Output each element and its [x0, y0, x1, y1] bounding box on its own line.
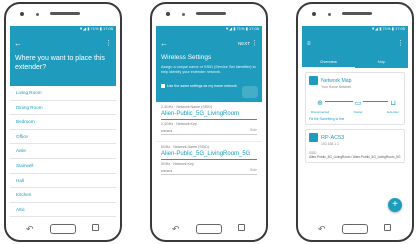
band-24ghz-section: 2.4GHz · Network Name (SSID) Alien-Publi… [156, 102, 262, 135]
router-watermark-icon [242, 86, 258, 98]
node-router[interactable]: ▭ Router [353, 92, 364, 114]
ssid-value: Alien-Public_5G_LivingRoom / Alien-Publi… [309, 155, 401, 159]
card-header: RP-AC53 [309, 133, 401, 142]
screen-wireless-settings: ▼◢ ▮ 71% ▮ 17:05 ← NEXT ⋮ Wireless Setti… [156, 26, 262, 222]
password-value: •••••••• [161, 168, 173, 173]
section-divider [156, 135, 262, 142]
screen-placement: ▼◢ ▮ 71% ▮ 17:05 ← ⋮ Where you want to p… [10, 26, 116, 222]
show-password-toggle[interactable]: Hide [250, 127, 257, 134]
more-options-icon[interactable]: ⋮ [105, 40, 112, 48]
nav-back-icon[interactable]: ↶ [26, 222, 34, 236]
location-item-office[interactable]: Office [10, 130, 116, 145]
node-label: Extender [386, 110, 399, 114]
location-item-attic[interactable]: Attic [10, 203, 116, 218]
router-icon: ▭ [353, 100, 364, 108]
device-name: RP-AC53 [321, 134, 345, 141]
menu-icon[interactable]: ≡ [307, 41, 311, 47]
location-item-living-room[interactable]: Living Room [10, 86, 116, 101]
nav-home-button[interactable] [196, 224, 222, 234]
location-item-aisle[interactable]: Aisle [10, 144, 116, 159]
extender-device-icon [309, 133, 318, 142]
phone-frame-1: ▼◢ ▮ 71% ▮ 17:05 ← ⋮ Where you want to p… [4, 2, 122, 242]
page-title: Where you want to place this extender? [15, 55, 105, 71]
password-value: •••••••• [161, 128, 173, 133]
speaker-grille [50, 12, 80, 15]
wireless-header: ← NEXT ⋮ Wireless Settings Assign a uniq… [156, 32, 262, 102]
location-item-bedroom[interactable]: Bedroom [10, 115, 116, 130]
network-map-icon [309, 76, 318, 85]
page-description: Assign a unique name or SSID (Service Se… [161, 65, 256, 74]
speaker-grille [342, 12, 372, 15]
nav-back-icon[interactable]: ↶ [172, 222, 180, 236]
device-card[interactable]: RP-AC53 192.168.1.1 SSID Alien-Public_5G… [305, 129, 405, 163]
ssid-input-24ghz[interactable]: Alien-Public_5G_LivingRoom [161, 110, 257, 120]
same-settings-checkbox[interactable]: Use the same settings as my home network [161, 84, 237, 89]
card-title: Network Map [321, 77, 352, 84]
band-5ghz-section: 5GHz · Network Name (SSID) Alien-Public_… [156, 142, 262, 175]
placement-header: ← ⋮ Where you want to place this extende… [10, 32, 116, 86]
nav-back-icon[interactable]: ↶ [318, 222, 326, 236]
more-options-icon[interactable]: ⋮ [397, 40, 404, 48]
card-header: Network Map [309, 76, 401, 85]
node-internet[interactable]: ⊕ Disconnected [311, 92, 329, 114]
network-topology: ⊕ Disconnected ▭ Router ⊔ Extender [311, 94, 399, 114]
location-item-hall[interactable]: Hall [10, 174, 116, 189]
overview-header: ≡ ⋮ [302, 32, 408, 56]
password-field-5ghz[interactable]: •••••••• Hide [161, 167, 257, 175]
show-password-toggle[interactable]: Hide [250, 167, 257, 174]
network-map-card[interactable]: Network Map Your Home Network ⊕ Disconne… [305, 72, 405, 125]
nav-recent-apps-icon[interactable] [92, 224, 99, 231]
sensor-icon [36, 13, 39, 16]
password-field-24ghz[interactable]: •••••••• Hide [161, 127, 257, 135]
camera-icon [312, 12, 316, 16]
more-options-icon[interactable]: ⋮ [251, 40, 258, 48]
next-button[interactable]: NEXT [238, 40, 250, 48]
phone-frame-2: ▼◢ ▮ 71% ▮ 17:05 ← NEXT ⋮ Wireless Setti… [150, 2, 268, 242]
tab-bar: Overview Map [302, 56, 408, 68]
screen-overview: ▼◢ ▮ 71% ▮ 17:05 ≡ ⋮ Overview Map Networ… [302, 26, 408, 222]
camera-icon [166, 12, 170, 16]
sensor-icon [328, 13, 331, 16]
node-label: Router [353, 110, 363, 114]
node-label: Disconnected [311, 110, 330, 114]
location-list: Living Room Dining Room Bedroom Office A… [10, 86, 116, 218]
checkbox-icon[interactable] [161, 84, 165, 89]
tab-overview[interactable]: Overview [302, 56, 355, 68]
node-extender[interactable]: ⊔ Extender [387, 92, 399, 114]
location-item-stairwell[interactable]: Stairwell [10, 159, 116, 174]
nav-recent-apps-icon[interactable] [384, 224, 391, 231]
navigation-bar: ↶ [298, 222, 412, 236]
location-item-kitchen[interactable]: Kitchen [10, 188, 116, 203]
nav-home-button[interactable] [342, 224, 368, 234]
fix-link[interactable]: Fix the Something to fine [309, 117, 401, 121]
navigation-bar: ↶ [6, 222, 120, 236]
checkbox-label: Use the same settings as my home network [167, 84, 237, 88]
card-subtitle: Your Home Network [321, 85, 352, 89]
extender-icon: ⊔ [387, 100, 398, 108]
page-title: Wireless Settings [161, 54, 212, 61]
nav-recent-apps-icon[interactable] [238, 224, 245, 231]
add-device-button[interactable]: + [388, 198, 402, 212]
nav-home-button[interactable] [50, 224, 76, 234]
location-item-dining-room[interactable]: Dining Room [10, 101, 116, 116]
sensor-icon [182, 13, 185, 16]
ssid-input-5ghz[interactable]: Alien-Public_5G_LivingRoom_5G [161, 150, 257, 160]
tab-map[interactable]: Map [355, 56, 408, 68]
phone-frame-3: ▼◢ ▮ 71% ▮ 17:05 ≡ ⋮ Overview Map Networ… [296, 2, 414, 242]
navigation-bar: ↶ [152, 222, 266, 236]
speaker-grille [196, 12, 226, 15]
back-arrow-icon[interactable]: ← [14, 40, 22, 48]
back-arrow-icon[interactable]: ← [160, 40, 168, 48]
camera-icon [20, 12, 24, 16]
globe-icon: ⊕ [315, 100, 326, 108]
device-ip: 192.168.1.1 [321, 142, 339, 146]
